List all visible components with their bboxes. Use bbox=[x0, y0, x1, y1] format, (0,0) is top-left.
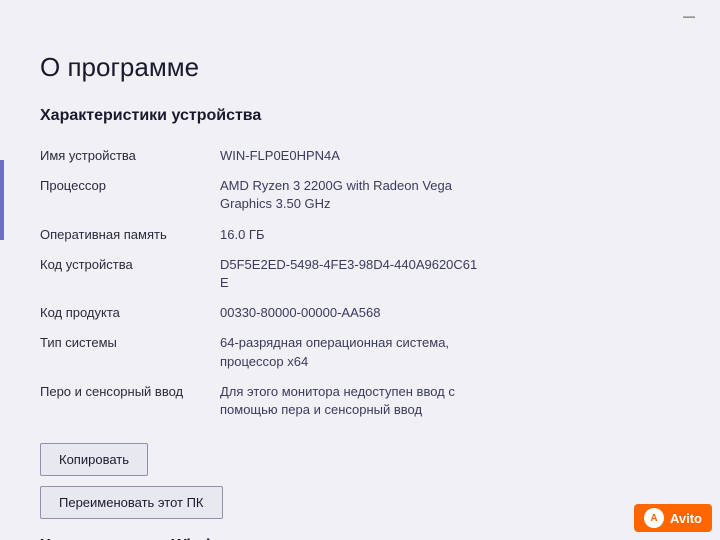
info-label: Код устройства bbox=[40, 250, 220, 298]
info-label: Код продукта bbox=[40, 298, 220, 328]
table-row: Оперативная память16.0 ГБ bbox=[40, 220, 680, 250]
device-section-title: Характеристики устройства bbox=[40, 107, 680, 125]
main-content: О программе Характеристики устройства Им… bbox=[0, 32, 720, 540]
minimize-button[interactable]: — bbox=[666, 0, 712, 32]
info-value: 00330-80000-00000-AA568 bbox=[220, 298, 680, 328]
device-info-table: Имя устройстваWIN-FLP0E0HPN4AПроцессорAM… bbox=[40, 141, 680, 425]
page-title: О программе bbox=[40, 52, 680, 83]
info-label: Имя устройства bbox=[40, 141, 220, 171]
info-value: AMD Ryzen 3 2200G with Radeon VegaGraphi… bbox=[220, 171, 680, 219]
info-label: Тип системы bbox=[40, 328, 220, 376]
title-bar: — bbox=[0, 0, 720, 32]
table-row: Имя устройстваWIN-FLP0E0HPN4A bbox=[40, 141, 680, 171]
left-accent-bar bbox=[0, 160, 4, 240]
table-row: Код продукта00330-80000-00000-AA568 bbox=[40, 298, 680, 328]
avito-badge: A Avito bbox=[634, 504, 712, 532]
info-label: Оперативная память bbox=[40, 220, 220, 250]
buttons-section: Копировать Переименовать этот ПК bbox=[40, 443, 680, 519]
info-value: WIN-FLP0E0HPN4A bbox=[220, 141, 680, 171]
avito-icon: A bbox=[644, 508, 664, 528]
rename-pc-button[interactable]: Переименовать этот ПК bbox=[40, 486, 223, 519]
info-label: Перо и сенсорный ввод bbox=[40, 377, 220, 425]
window: — О программе Характеристики устройства … bbox=[0, 0, 720, 540]
info-value: 64-разрядная операционная система,процес… bbox=[220, 328, 680, 376]
info-label: Процессор bbox=[40, 171, 220, 219]
avito-label: Avito bbox=[670, 511, 702, 526]
info-value: Для этого монитора недоступен ввод спомо… bbox=[220, 377, 680, 425]
table-row: Перо и сенсорный вводДля этого монитора … bbox=[40, 377, 680, 425]
copy-button[interactable]: Копировать bbox=[40, 443, 148, 476]
info-value: 16.0 ГБ bbox=[220, 220, 680, 250]
table-row: ПроцессорAMD Ryzen 3 2200G with Radeon V… bbox=[40, 171, 680, 219]
table-row: Код устройстваD5F5E2ED-5498-4FE3-98D4-44… bbox=[40, 250, 680, 298]
table-row: Тип системы64-разрядная операционная сис… bbox=[40, 328, 680, 376]
info-value: D5F5E2ED-5498-4FE3-98D4-440A9620C61E bbox=[220, 250, 680, 298]
